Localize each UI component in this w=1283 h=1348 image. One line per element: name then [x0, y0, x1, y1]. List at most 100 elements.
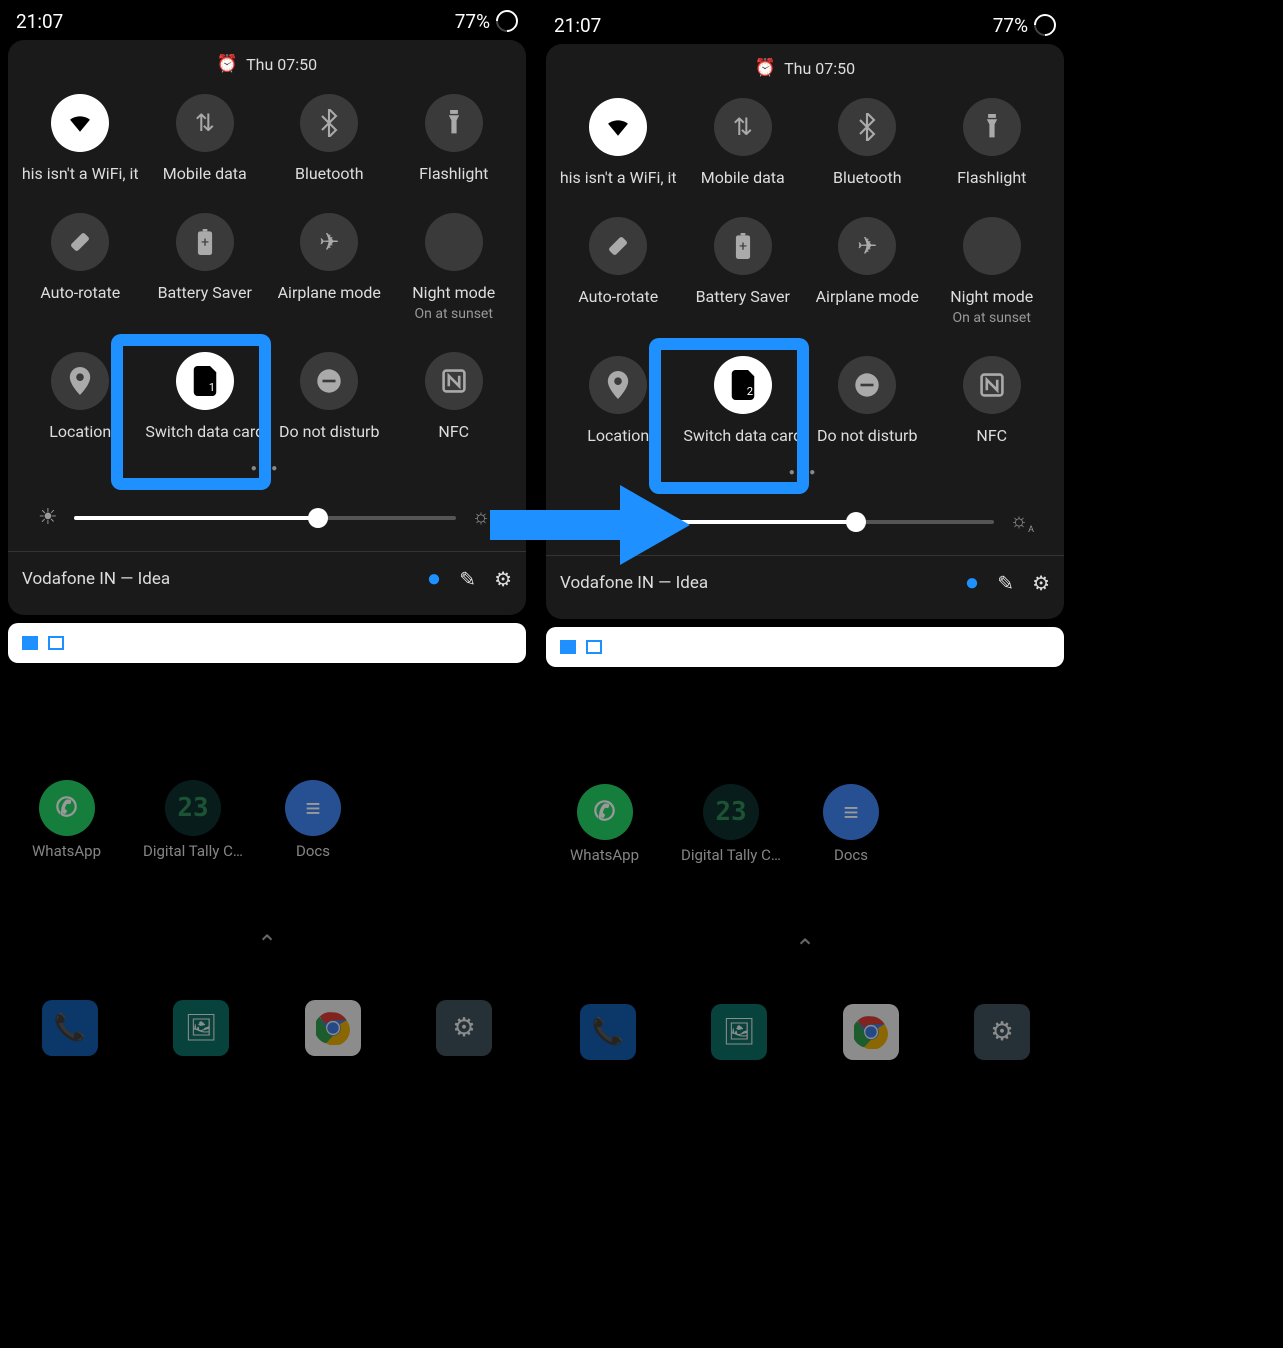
edit-icon[interactable]: ✎ — [997, 571, 1014, 595]
page-indicator[interactable]: ● ● — [8, 441, 526, 484]
brightness-low-icon: ☀ — [38, 505, 58, 530]
sim-icon[interactable]: 1 — [176, 352, 234, 410]
calendar-icon — [48, 636, 64, 650]
bluetooth-icon[interactable] — [300, 94, 358, 152]
location-icon[interactable] — [589, 356, 647, 414]
dock: 📞 🖼 ⚙ — [580, 1004, 1030, 1060]
home-apps: ✆WhatsApp 23Digital Tally Co… ≡Docs — [32, 780, 341, 860]
wifi-icon[interactable] — [51, 94, 109, 152]
mobile-data-icon[interactable]: ⇅ — [714, 98, 772, 156]
tile-auto-rotate[interactable]: Auto-rotate — [18, 213, 143, 322]
carrier-label: Vodafone IN — Idea — [22, 569, 409, 589]
svg-text:+: + — [201, 235, 209, 251]
dock-gallery[interactable]: 🖼 — [711, 1004, 767, 1060]
user-icon[interactable]: ● — [965, 568, 980, 597]
dock-phone[interactable]: 📞 — [580, 1004, 636, 1060]
tile-dnd[interactable]: Do not disturb — [805, 356, 930, 445]
dock-settings[interactable]: ⚙ — [436, 1000, 492, 1056]
nfc-icon[interactable] — [425, 352, 483, 410]
tile-night-mode[interactable]: Night mode On at sunset — [392, 213, 517, 322]
dock-phone[interactable]: 📞 — [42, 1000, 98, 1056]
tile-bluetooth[interactable]: Bluetooth — [805, 98, 930, 187]
battery-saver-icon[interactable]: + — [714, 217, 772, 275]
settings-icon[interactable]: ⚙ — [1032, 571, 1050, 595]
location-icon[interactable] — [51, 352, 109, 410]
dock-chrome[interactable] — [305, 1000, 361, 1056]
mobile-data-icon[interactable]: ⇅ — [176, 94, 234, 152]
auto-rotate-icon[interactable] — [51, 213, 109, 271]
tile-wifi[interactable]: his isn't a WiFi, it — [556, 98, 681, 187]
tile-nfc[interactable]: NFC — [392, 352, 517, 441]
qs-header: ⏰ Thu 07:50 — [8, 54, 526, 94]
chevron-up-icon[interactable]: ⌃ — [257, 930, 277, 958]
user-icon[interactable]: ● — [427, 564, 442, 593]
tile-switch-data-card[interactable]: 1 Switch data card — [143, 352, 268, 441]
tile-location[interactable]: Location — [556, 356, 681, 445]
tile-flashlight[interactable]: Flashlight — [392, 94, 517, 183]
brightness-slider[interactable]: ☀ ☼A — [8, 484, 526, 551]
airplane-icon[interactable]: ✈ — [300, 213, 358, 271]
tile-nfc[interactable]: NFC — [930, 356, 1055, 445]
app-docs[interactable]: ≡Docs — [285, 780, 341, 860]
tile-location[interactable]: Location — [18, 352, 143, 441]
arrow-annotation — [490, 480, 690, 574]
photos-icon — [560, 640, 576, 654]
notification-card[interactable] — [546, 627, 1064, 667]
dnd-icon[interactable] — [300, 352, 358, 410]
flashlight-icon[interactable] — [425, 94, 483, 152]
tile-airplane[interactable]: ✈ Airplane mode — [267, 213, 392, 322]
wifi-icon[interactable] — [589, 98, 647, 156]
app-docs[interactable]: ≡Docs — [823, 784, 879, 864]
slider-track[interactable] — [74, 516, 456, 520]
tile-night-mode[interactable]: Night mode On at sunset — [930, 217, 1055, 326]
svg-text:+: + — [739, 239, 747, 255]
tile-flashlight[interactable]: Flashlight — [930, 98, 1055, 187]
clock: 21:07 — [554, 14, 601, 37]
tile-battery-saver[interactable]: + Battery Saver — [143, 213, 268, 322]
sim-icon[interactable]: 2 — [714, 356, 772, 414]
edit-icon[interactable]: ✎ — [459, 567, 476, 591]
date-label: Thu 07:50 — [784, 59, 855, 78]
tile-dnd[interactable]: Do not disturb — [267, 352, 392, 441]
tile-wifi[interactable]: his isn't a WiFi, it — [18, 94, 143, 183]
flashlight-icon[interactable] — [963, 98, 1021, 156]
battery-icon — [1029, 9, 1060, 40]
battery-percent: 77% — [993, 14, 1028, 37]
slider-thumb[interactable] — [846, 512, 866, 532]
tiles-grid: his isn't a WiFi, it ⇅ Mobile data Bluet… — [8, 94, 526, 441]
dock-settings[interactable]: ⚙ — [974, 1004, 1030, 1060]
chevron-up-icon[interactable]: ⌃ — [795, 934, 815, 962]
app-whatsapp[interactable]: ✆WhatsApp — [32, 780, 101, 860]
tile-mobile-data[interactable]: ⇅ Mobile data — [143, 94, 268, 183]
svg-text:2: 2 — [747, 385, 753, 398]
tile-bluetooth[interactable]: Bluetooth — [267, 94, 392, 183]
battery-saver-icon[interactable]: + — [176, 213, 234, 271]
airplane-icon[interactable]: ✈ — [838, 217, 896, 275]
tile-switch-data-card[interactable]: 2 Switch data card — [681, 356, 806, 445]
tile-mobile-data[interactable]: ⇅ Mobile data — [681, 98, 806, 187]
tiles-grid: his isn't a WiFi, it ⇅ Mobile data Bluet… — [546, 98, 1064, 445]
app-tally[interactable]: 23Digital Tally Co… — [681, 784, 781, 864]
notification-card[interactable] — [8, 623, 526, 663]
nfc-icon[interactable] — [963, 356, 1021, 414]
app-whatsapp[interactable]: ✆WhatsApp — [570, 784, 639, 864]
slider-thumb[interactable] — [308, 508, 328, 528]
tile-airplane[interactable]: ✈ Airplane mode — [805, 217, 930, 326]
battery-percent: 77% — [455, 10, 490, 33]
bluetooth-icon[interactable] — [838, 98, 896, 156]
night-mode-icon[interactable] — [425, 213, 483, 271]
brightness-auto-icon[interactable]: ☼A — [1010, 508, 1034, 535]
qs-footer: Vodafone IN — Idea ● ✎ ⚙ — [8, 551, 526, 605]
dnd-icon[interactable] — [838, 356, 896, 414]
qs-header: ⏰ Thu 07:50 — [546, 58, 1064, 98]
auto-rotate-icon[interactable] — [589, 217, 647, 275]
night-mode-icon[interactable] — [963, 217, 1021, 275]
tile-auto-rotate[interactable]: Auto-rotate — [556, 217, 681, 326]
dock-gallery[interactable]: 🖼 — [173, 1000, 229, 1056]
dock-chrome[interactable] — [843, 1004, 899, 1060]
app-tally[interactable]: 23Digital Tally Co… — [143, 780, 243, 860]
photos-icon — [22, 636, 38, 650]
calendar-icon — [586, 640, 602, 654]
phone-left: 21:07 77% ⏰ Thu 07:50 his isn't a WiFi, … — [2, 0, 532, 1070]
tile-battery-saver[interactable]: + Battery Saver — [681, 217, 806, 326]
